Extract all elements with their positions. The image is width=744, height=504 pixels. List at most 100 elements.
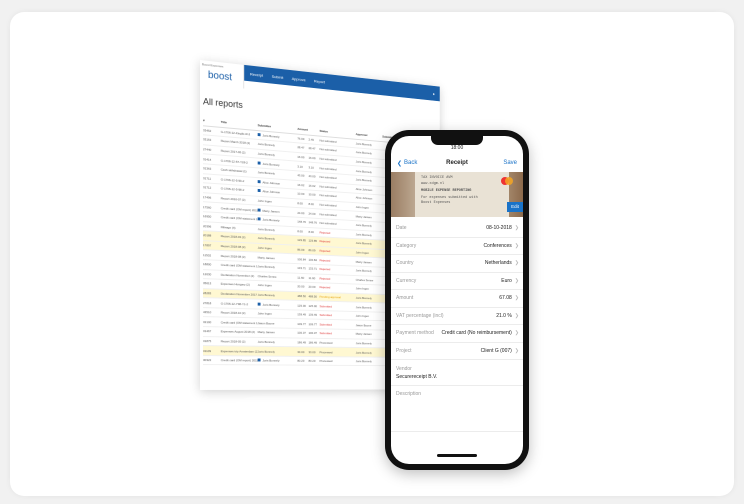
- cell-status: Submitted: [320, 332, 356, 336]
- cell-id: 43510: [203, 310, 221, 314]
- cell-approver: John Ingen: [356, 251, 383, 256]
- cell-amount: 186.49: [297, 340, 308, 344]
- field-currency[interactable]: Currency Euro ❯: [391, 273, 523, 291]
- cell-approver-text: Charles Senne: [356, 278, 374, 282]
- cell-status: Not submitted: [320, 157, 356, 164]
- submitter-flag-icon: [258, 189, 261, 192]
- status-time: 18:00: [391, 145, 523, 151]
- cell-submitter-text: Joris Bonnely: [258, 152, 275, 157]
- cell-amount-text: 28.47: [297, 146, 304, 150]
- cell-approver: John Ingen: [356, 287, 383, 292]
- cell-id: 20188: [203, 234, 221, 239]
- col-header-status[interactable]: Status: [320, 129, 356, 136]
- cell-title: Credit card (OM statement 1_2018): [221, 320, 258, 325]
- cell-status-text: Submitted: [320, 332, 332, 336]
- field-project[interactable]: Project Client G (007) ❯: [391, 343, 523, 361]
- cell-approver-text: Joris Bonnely: [356, 341, 372, 345]
- cell-approver-text: Joris Bonnely: [356, 359, 372, 363]
- field-description[interactable]: Description: [391, 386, 523, 432]
- cell-id-text: 17897: [203, 243, 211, 247]
- cell-value-text: 8.00: [308, 202, 313, 206]
- boost-logo[interactable]: boost: [208, 70, 232, 83]
- col-header-id[interactable]: #: [203, 119, 221, 125]
- cell-id: 28283: [203, 291, 221, 296]
- cell-submitter: Joris Bonnely: [258, 171, 298, 178]
- nav-item-submit[interactable]: Submit: [272, 73, 284, 79]
- cell-submitter-text: Charles Senne: [258, 274, 277, 279]
- field-date[interactable]: Date 08-10-2018 ❯: [391, 220, 523, 238]
- user-icon[interactable]: ●: [433, 91, 435, 96]
- cell-title: Declaration November (2): [221, 273, 258, 278]
- field-label: Vendor: [396, 366, 412, 372]
- cell-amount-text: 109.77: [297, 322, 306, 326]
- cell-submitter-text: John Ingen: [258, 199, 272, 204]
- cell-title: Credit card (OM report) 2011 (2): [221, 358, 258, 362]
- field-category[interactable]: Category Conferences ❯: [391, 238, 523, 256]
- edit-photo-button[interactable]: Edit: [507, 202, 523, 212]
- cell-approver-text: Marty Jansen: [356, 332, 372, 336]
- field-amount[interactable]: Amount 67.08 ❯: [391, 290, 523, 308]
- cell-value: 20.00: [308, 285, 319, 289]
- submitter-flag-icon: [258, 161, 261, 164]
- field-value: Credit card (No reimbursement): [441, 330, 511, 336]
- cell-status-text: Submitted: [320, 322, 332, 326]
- field-vat-percentage-incl[interactable]: VAT percentage (incl) 21.0 % ❯: [391, 308, 523, 326]
- cell-value-text: 80.20: [308, 359, 315, 363]
- receipt-photo[interactable]: TAX INVOICE AVM www.xdgm.nl MOBILE EXPEN…: [391, 172, 523, 217]
- cell-title-text: Expenses Hungary (2): [221, 282, 250, 287]
- cell-value-text: 8.00: [308, 230, 313, 234]
- col-header-submitter[interactable]: Submitter: [258, 124, 298, 131]
- cell-value-text: 16.00: [308, 156, 315, 160]
- chevron-right-icon: ❯: [515, 295, 519, 301]
- cell-value-text: 10.00: [308, 193, 315, 197]
- cell-approver: Marty Jansen: [356, 260, 383, 265]
- cell-value-text: 3.10: [308, 165, 313, 169]
- cell-status-text: Not submitted: [320, 194, 337, 199]
- cell-value: 86.09: [308, 248, 319, 252]
- cell-value-text: 24.00: [308, 211, 315, 215]
- cell-value-text: 11.60: [308, 276, 315, 280]
- cell-approver: Joris Bonnely: [356, 350, 383, 354]
- cell-title: G-1706-12-57-Y28-2: [221, 158, 258, 165]
- cell-status-text: Not submitted: [320, 221, 337, 226]
- field-vendor[interactable]: Vendor Securereceipt B.V.: [391, 360, 523, 386]
- col-header-approver[interactable]: Approver: [356, 132, 383, 138]
- cell-status: Not submitted: [320, 221, 356, 227]
- nav-item-receipt[interactable]: Receipt: [250, 71, 263, 77]
- cell-value: 80.20: [308, 359, 319, 363]
- cell-id-text: 12630: [203, 272, 211, 276]
- cell-amount-text: 16.02: [297, 183, 304, 187]
- chevron-right-icon: ❯: [515, 313, 519, 319]
- cell-value-text: 133.71: [308, 267, 316, 271]
- cell-value: 8.00: [308, 202, 319, 207]
- cell-status-text: Processed: [320, 350, 333, 354]
- cell-amount: 33.00: [297, 350, 308, 354]
- cell-amount: 8.00: [297, 229, 308, 233]
- cell-value: 16.02: [308, 184, 319, 189]
- cell-approver-text: Joris Bonnely: [356, 160, 372, 165]
- cell-status: Not submitted: [320, 194, 356, 200]
- receipt-text-line: TAX INVOICE AVM: [421, 176, 453, 180]
- nav-item-report[interactable]: Report: [314, 78, 325, 84]
- cell-id: 33452: [203, 128, 221, 134]
- cell-amount-text: 133.71: [297, 266, 306, 270]
- cell-id-text: 31875: [203, 339, 211, 343]
- cell-submitter-text: Joris Bonnely: [262, 162, 279, 167]
- cell-submitter: Charles Senne: [258, 274, 298, 279]
- cell-approver-text: Joris Bonnely: [356, 305, 372, 309]
- nav-item-approve[interactable]: Approve: [292, 76, 306, 82]
- cell-title: G-1706-12-5-99-2: [221, 177, 258, 184]
- cell-title-text: Credit card (OM report) 2011 (2): [221, 206, 258, 212]
- field-country[interactable]: Country Netherlands ❯: [391, 255, 523, 273]
- cell-status: Rejected: [320, 249, 356, 255]
- col-header-amount[interactable]: Amount: [297, 127, 308, 132]
- cell-amount: 16.02: [297, 183, 308, 188]
- col-header-title[interactable]: Title: [221, 120, 258, 127]
- cell-value-text: 109.77: [308, 322, 316, 326]
- cell-id-text: 27440: [203, 147, 211, 152]
- cell-amount-text: 8.00: [297, 229, 302, 233]
- field-payment-method[interactable]: Payment method Credit card (No reimbursem…: [391, 325, 523, 343]
- cell-id-text: 35613: [203, 281, 211, 285]
- cell-title-text: Report 2016-07 (2): [221, 196, 246, 202]
- save-button[interactable]: Save: [503, 160, 517, 166]
